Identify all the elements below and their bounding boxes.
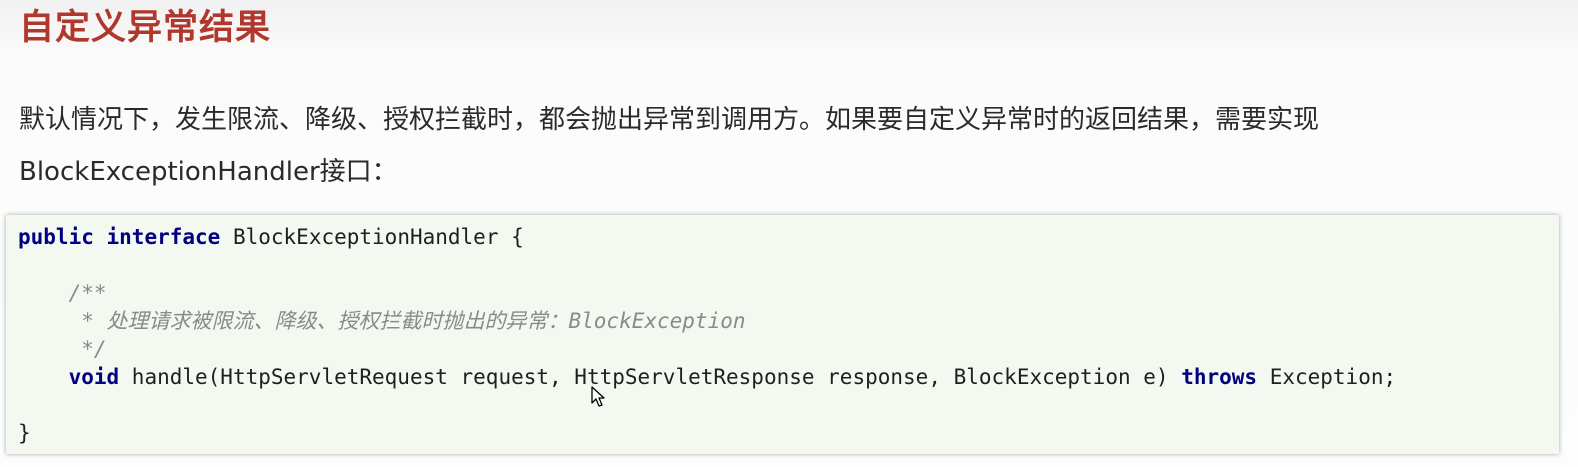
code-line-method: void handle(HttpServletRequest request, … (18, 363, 1559, 391)
method-signature: handle(HttpServletRequest request, HttpS… (119, 365, 1182, 389)
section-title: 自定义异常结果 (19, 8, 272, 48)
keyword-throws: throws (1181, 365, 1258, 389)
code-block[interactable]: public interface BlockExceptionHandler {… (6, 215, 1559, 454)
intro-paragraph: 默认情况下，发生限流、降级、授权拦截时，都会抛出异常到调用方。如果要自定义异常时… (19, 105, 1320, 187)
code-content: public interface BlockExceptionHandler {… (6, 215, 1559, 447)
comment-open: /** (18, 281, 107, 305)
keyword-interface: interface (106, 225, 221, 249)
comment-close: */ (18, 337, 107, 361)
closing-brace: } (18, 421, 31, 445)
keyword-void: void (68, 365, 120, 389)
comment-body: * 处理请求被限流、降级、授权拦截时抛出的异常：BlockException (18, 309, 746, 333)
keyword-public: public (18, 225, 94, 249)
mouse-pointer-icon (591, 386, 605, 407)
exception-type: Exception; (1257, 365, 1397, 389)
code-line-1: public interface BlockExceptionHandler { (18, 223, 1559, 251)
code-line-blank-2 (18, 391, 1559, 419)
interface-declaration: BlockExceptionHandler { (220, 225, 524, 249)
